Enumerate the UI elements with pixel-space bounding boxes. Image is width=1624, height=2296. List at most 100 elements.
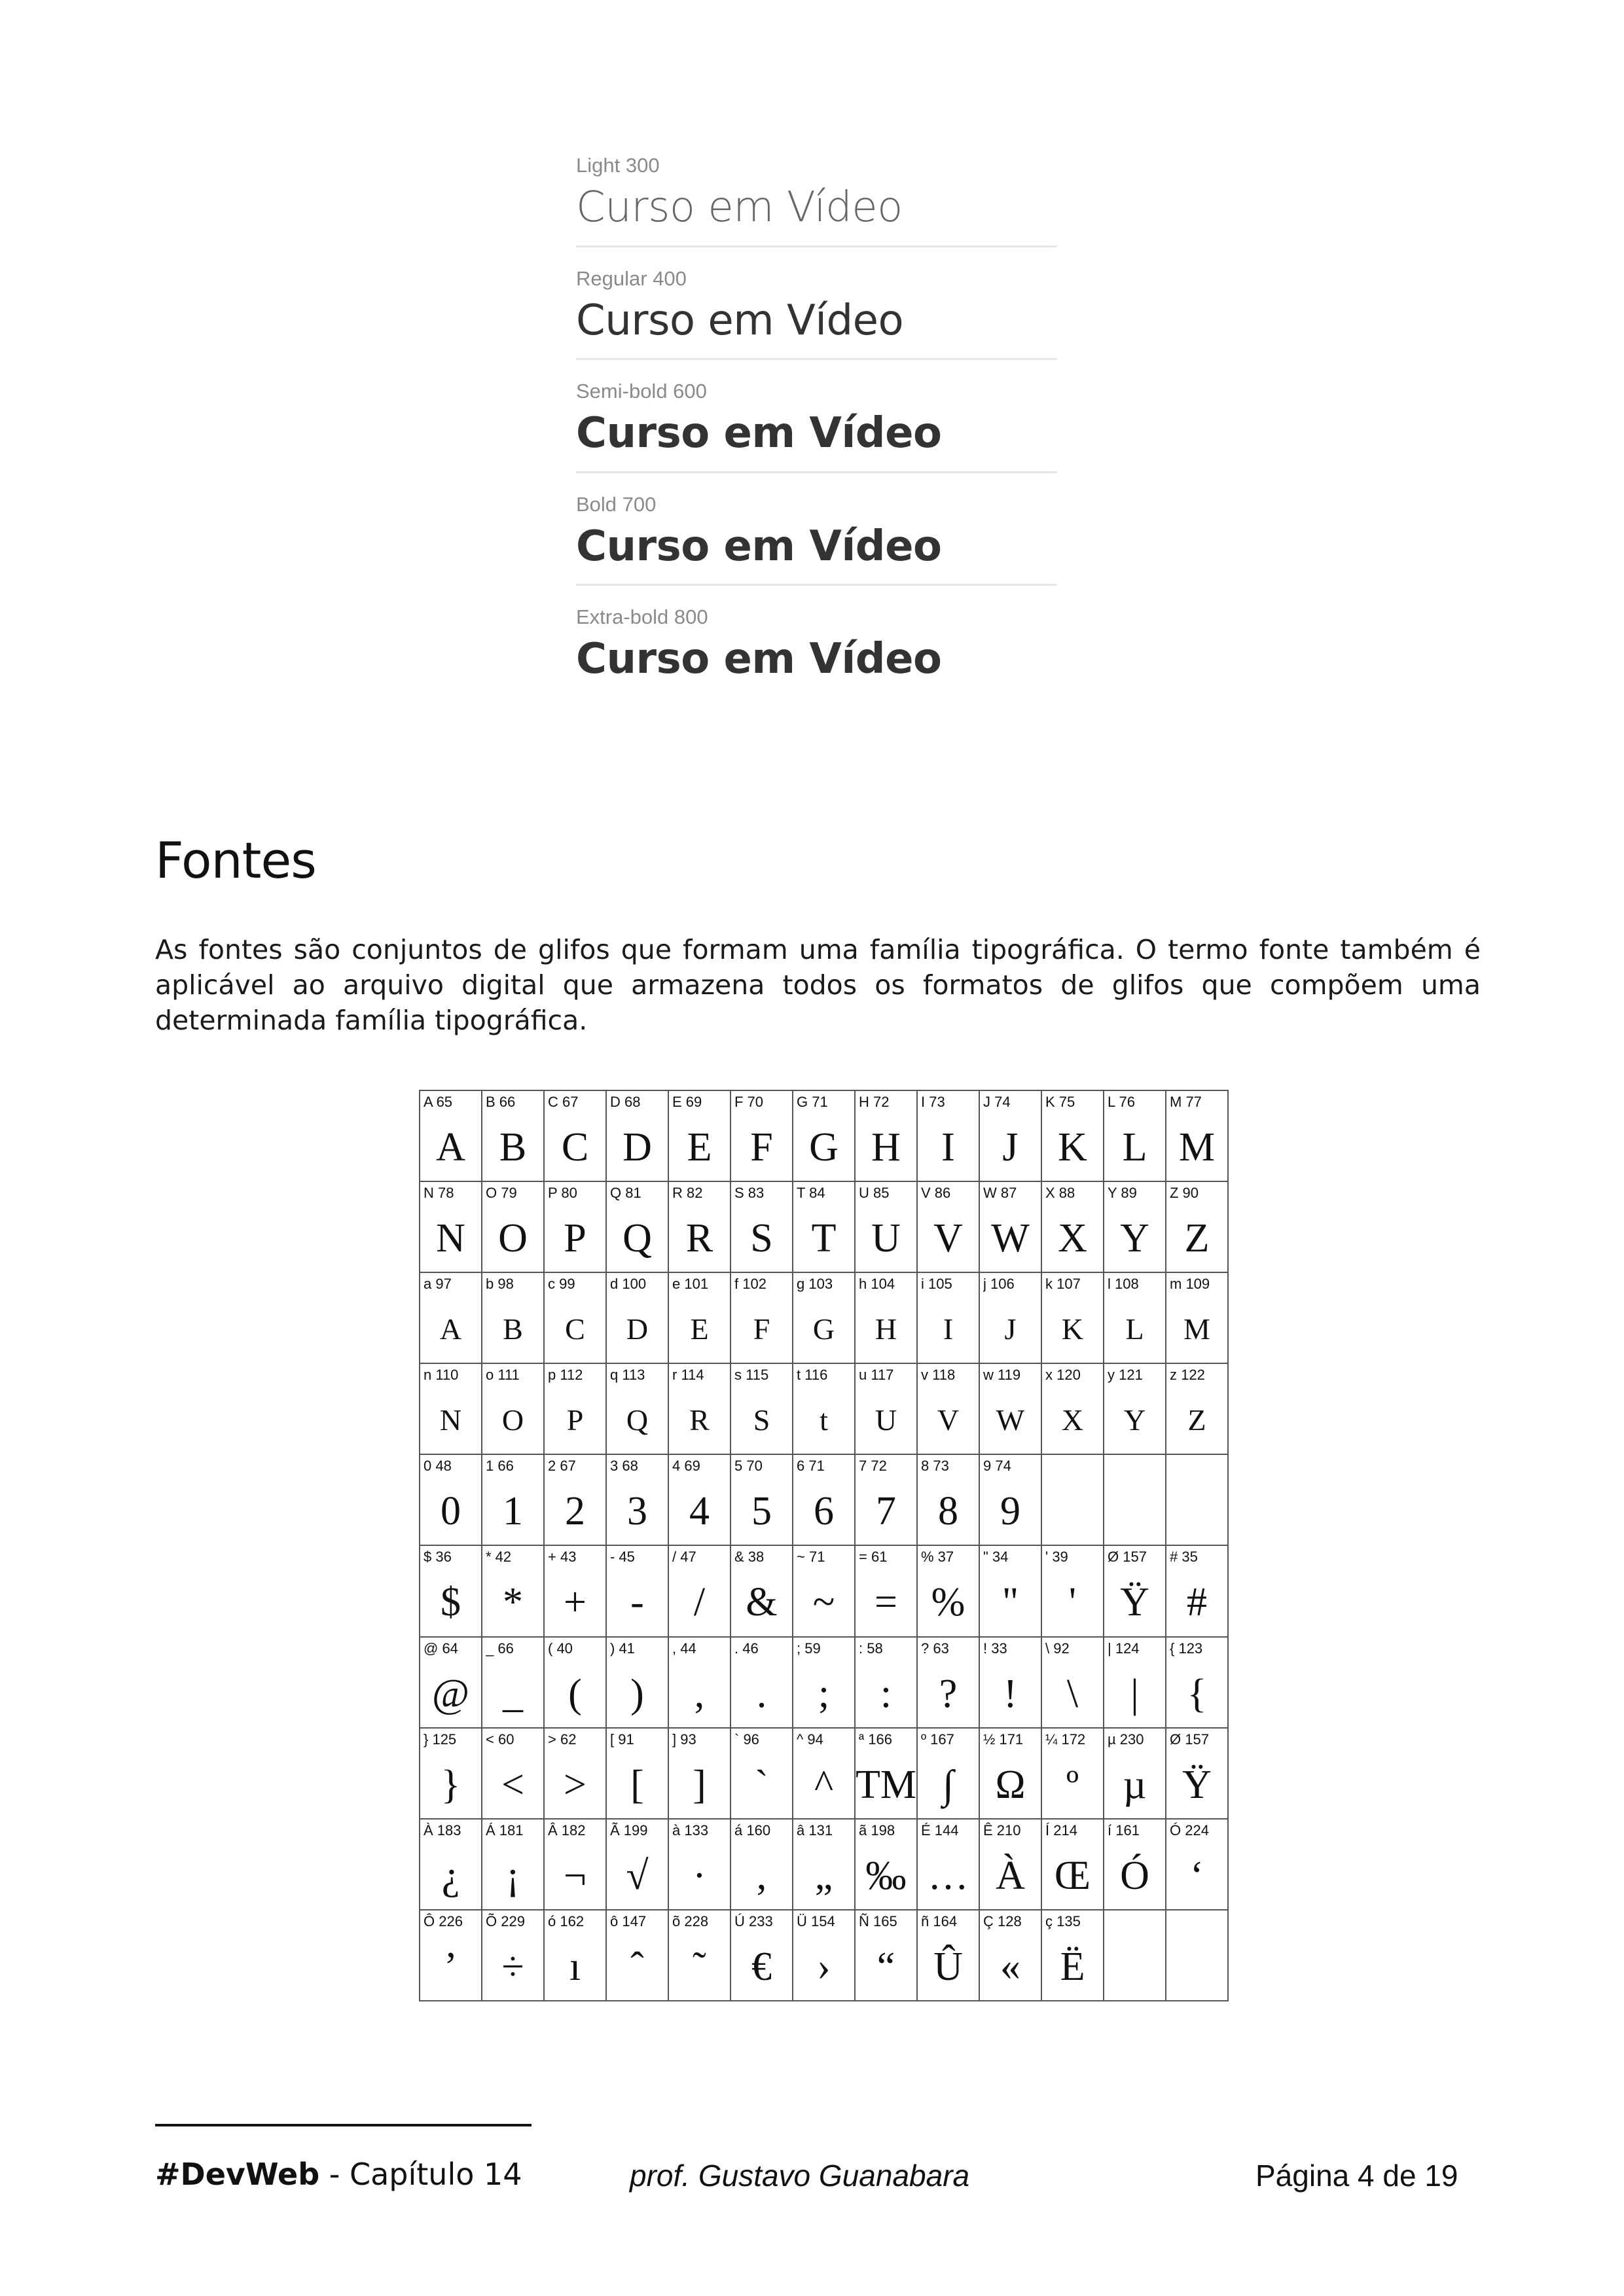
glyph-code: " 34 xyxy=(983,1549,1009,1566)
glyph-cell: ó 162 ı xyxy=(543,1909,607,2002)
glyph-character: Q xyxy=(623,1216,652,1261)
glyph-cell xyxy=(1165,1454,1229,1547)
glyph-cell: ! 33! xyxy=(979,1636,1042,1729)
weight-sample: Curso em Vídeo xyxy=(576,635,942,684)
glyph-character: U xyxy=(871,1216,901,1261)
glyph-code: ! 33 xyxy=(983,1640,1007,1657)
glyph-code: b 98 xyxy=(486,1276,514,1293)
glyph-cell: & 38 & xyxy=(730,1545,793,1638)
glyph-code: É 144 xyxy=(921,1821,959,1839)
glyph-cell: H 72 H xyxy=(854,1089,918,1183)
glyph-character: Û xyxy=(933,1944,963,1989)
glyph-cell: G 71 G xyxy=(792,1089,856,1183)
glyph-character: % xyxy=(931,1580,965,1625)
glyph-cell: K 75 K xyxy=(1041,1089,1104,1183)
glyph-cell: a 97 A xyxy=(419,1272,482,1365)
glyph-cell: r 114 R xyxy=(668,1363,731,1456)
glyph-character: 9 xyxy=(1000,1489,1020,1534)
glyph-cell: 4 69 4 xyxy=(668,1454,731,1547)
glyph-cell: Ú 233 € xyxy=(730,1909,793,2002)
glyph-character: < xyxy=(501,1762,524,1807)
glyph-cell: o 111 O xyxy=(481,1363,545,1456)
glyph-cell: 5 70 5 xyxy=(730,1454,793,1547)
footer-chapter: #DevWeb - Capítulo 14 xyxy=(155,2157,522,2192)
glyph-cell: M 77 M xyxy=(1165,1089,1229,1183)
glyph-cell: P 80 P xyxy=(543,1181,607,1274)
glyph-cell: / 47 / xyxy=(668,1545,731,1638)
glyph-cell: I 73 I xyxy=(916,1089,980,1183)
weight-extrabold: Extra-bold 800 Curso em Vídeo xyxy=(576,605,1057,684)
glyph-code: 5 70 xyxy=(734,1458,763,1475)
glyph-character: ; xyxy=(818,1671,830,1716)
glyph-character: ‘ xyxy=(1190,1853,1204,1898)
glyph-cell xyxy=(1165,1909,1229,2002)
glyph-code: z 122 xyxy=(1170,1367,1205,1384)
glyph-character: " xyxy=(1001,1580,1019,1625)
glyph-character: X xyxy=(1061,1403,1084,1437)
glyph-character: A xyxy=(439,1312,462,1346)
glyph-code: Í 214 xyxy=(1045,1821,1077,1839)
glyph-cell: Ñ 165 “ xyxy=(854,1909,918,2002)
glyph-character: „ xyxy=(814,1853,833,1898)
glyph-cell: ç 135 Ë xyxy=(1041,1909,1104,2002)
glyph-cell: ^ 94 ^ xyxy=(792,1727,856,1820)
glyph-character: Z xyxy=(1184,1216,1210,1261)
glyph-code: ` 96 xyxy=(734,1731,759,1748)
glyph-character: H xyxy=(875,1312,897,1346)
glyph-character: N xyxy=(436,1216,465,1261)
glyph-character: W xyxy=(991,1216,1030,1261)
glyph-cell: Í 214 Œ xyxy=(1041,1818,1104,1910)
glyph-code: B 66 xyxy=(486,1094,516,1110)
glyph-cell xyxy=(1103,1909,1166,2002)
glyph-character: 7 xyxy=(876,1489,896,1534)
glyph-code: y 121 xyxy=(1108,1367,1143,1384)
glyph-cell: ) 41) xyxy=(605,1636,669,1729)
glyph-code: Ü 154 xyxy=(797,1912,835,1929)
glyph-cell: g 103 G xyxy=(792,1272,856,1365)
footer-page-number: Página 4 de 19 xyxy=(1255,2159,1458,2193)
glyph-code: V 86 xyxy=(921,1185,951,1202)
glyph-code: A 65 xyxy=(424,1094,453,1110)
glyph-code: 9 74 xyxy=(983,1458,1011,1475)
glyph-cell: Ã 199 √ xyxy=(605,1818,669,1910)
glyph-cell: Ø 157 Ÿ xyxy=(1103,1545,1166,1638)
glyph-character: A xyxy=(436,1125,465,1170)
glyph-code: : 58 xyxy=(859,1640,883,1657)
glyph-cell: ª 166 TM xyxy=(854,1727,918,1820)
glyph-code: 8 73 xyxy=(921,1458,949,1475)
glyph-character: N xyxy=(439,1403,462,1437)
glyph-character: B xyxy=(499,1125,527,1170)
glyph-character: ¬ xyxy=(564,1853,586,1898)
glyph-code: # 35 xyxy=(1170,1549,1198,1566)
glyph-cell: Ø 157 Ÿ xyxy=(1165,1727,1229,1820)
glyph-character: TM xyxy=(856,1762,916,1807)
glyph-code: Á 181 xyxy=(486,1821,524,1839)
glyph-cell: Â 182 ¬ xyxy=(543,1818,607,1910)
glyph-code: Õ 229 xyxy=(486,1912,525,1929)
glyph-cell: u 117 U xyxy=(854,1363,918,1456)
glyph-cell: ã 198 ‰ xyxy=(854,1818,918,1910)
glyph-character: O xyxy=(501,1403,524,1437)
glyph-cell: m 109 M xyxy=(1165,1272,1229,1365)
glyph-character: t xyxy=(820,1403,828,1437)
glyph-code: L 76 xyxy=(1108,1094,1136,1110)
glyph-cell: à 133 · xyxy=(668,1818,731,1910)
weight-light: Light 300 Curso em Vídeo xyxy=(576,154,1057,232)
glyph-cell: \ 92 \ xyxy=(1041,1636,1104,1729)
glyph-character: ~ xyxy=(812,1580,835,1625)
glyph-character: ' xyxy=(1068,1580,1077,1625)
glyph-code: ã 198 xyxy=(859,1821,895,1839)
weight-sample: Curso em Vídeo xyxy=(576,409,942,458)
font-weight-samples: Light 300 Curso em Vídeo Regular 400 Cur… xyxy=(576,154,1057,684)
glyph-code: g 103 xyxy=(797,1276,833,1293)
glyph-code: / 47 xyxy=(672,1549,696,1566)
weight-sample: Curso em Vídeo xyxy=(576,522,942,571)
glyph-character: Ÿ xyxy=(1182,1762,1212,1807)
glyph-row: a 97 Ab 98 Bc 99 Cd 100 De 101 Ef 102 Fg 103 Gh… xyxy=(419,1272,1229,1365)
glyph-cell: Ê 210 À xyxy=(979,1818,1042,1910)
glyph-code: C 67 xyxy=(548,1094,579,1110)
glyph-character: E xyxy=(690,1312,709,1346)
glyph-character: ! xyxy=(1003,1671,1017,1716)
glyph-cell: [ 91 [ xyxy=(605,1727,669,1820)
glyph-code: @ 64 xyxy=(424,1640,458,1657)
